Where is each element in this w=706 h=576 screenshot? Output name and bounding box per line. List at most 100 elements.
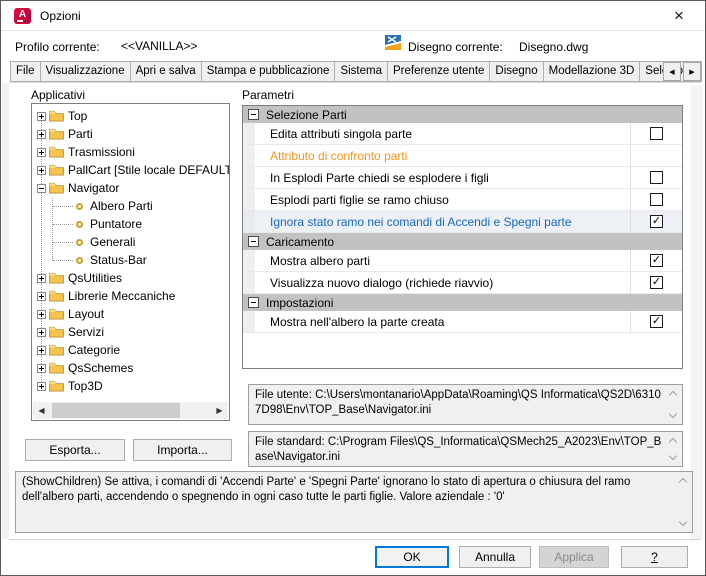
expand-plus-icon[interactable] [37, 382, 46, 391]
collapse-minus-icon[interactable] [248, 297, 259, 308]
param-row-edita-attributi[interactable]: Edita attributi singola parte [243, 123, 682, 145]
param-value-cell[interactable] [630, 189, 682, 210]
checkbox-checked[interactable] [650, 254, 663, 267]
folder-icon [49, 362, 64, 374]
tab-file[interactable]: File [10, 61, 41, 82]
footer-divider [9, 539, 701, 540]
tree-item-generali[interactable]: Generali [32, 233, 229, 251]
collapse-minus-icon[interactable] [37, 184, 46, 193]
import-button[interactable]: Importa... [133, 439, 232, 461]
option-bullet-icon [76, 221, 83, 228]
scroll-down-icon[interactable] [669, 410, 677, 418]
tree-item-albero-parti[interactable]: Albero Parti [32, 197, 229, 215]
expand-plus-icon[interactable] [37, 328, 46, 337]
scroll-up-icon[interactable] [679, 478, 687, 486]
tree-horizontal-scrollbar[interactable]: ◀ ▶ [33, 402, 228, 419]
param-row-attributo-confronto[interactable]: Attributo di confronto parti [243, 145, 682, 167]
tree-item-navigator[interactable]: Navigator [32, 179, 229, 197]
tab-apri-e-salva[interactable]: Apri e salva [130, 61, 202, 82]
param-value-cell[interactable] [630, 311, 682, 332]
param-row-esplodi-parti-figlie[interactable]: Esplodi parti figlie se ramo chiuso [243, 189, 682, 211]
tab-stampa-e-pubblicazione[interactable]: Stampa e pubblicazione [201, 61, 336, 82]
tab-modellazione-3d[interactable]: Modellazione 3D [543, 61, 641, 82]
param-value-cell[interactable] [630, 167, 682, 188]
tree-item-categorie[interactable]: Categorie [32, 341, 229, 359]
close-icon[interactable]: × [665, 4, 693, 28]
expand-plus-icon[interactable] [37, 346, 46, 355]
expand-plus-icon[interactable] [37, 112, 46, 121]
tab-scroll-left-icon[interactable]: ◀ [663, 62, 681, 81]
checkbox-unchecked[interactable] [650, 193, 663, 206]
expand-plus-icon[interactable] [37, 274, 46, 283]
tree-item-pallcart[interactable]: PallCart [Stile locale DEFAULT_BBE [32, 161, 229, 179]
scroll-down-icon[interactable] [679, 518, 687, 526]
cancel-button[interactable]: Annulla [459, 546, 531, 568]
param-value-cell[interactable] [630, 211, 682, 232]
expand-plus-icon[interactable] [37, 310, 46, 319]
tab-sistema[interactable]: Sistema [334, 61, 388, 82]
option-bullet-icon [76, 257, 83, 264]
collapse-minus-icon[interactable] [248, 236, 259, 247]
tree-item-label: Navigator [68, 181, 119, 195]
ok-button[interactable]: OK [375, 546, 449, 568]
expand-plus-icon[interactable] [37, 292, 46, 301]
param-row-ignora-stato-ramo[interactable]: Ignora stato ramo nei comandi di Accendi… [243, 211, 682, 233]
tree-item-parti[interactable]: Parti [32, 125, 229, 143]
checkbox-checked[interactable] [650, 276, 663, 289]
tab-scroll-right-icon[interactable]: ▶ [683, 62, 701, 81]
scrollbar-thumb[interactable] [52, 403, 180, 418]
section-label: Selezione Parti [266, 108, 347, 122]
user-file-path-box[interactable]: File utente: C:\Users\montanario\AppData… [248, 384, 683, 425]
apply-button[interactable]: Applica [539, 546, 609, 568]
tab-disegno[interactable]: Disegno [489, 61, 543, 82]
section-selezione-parti[interactable]: Selezione Parti [243, 106, 682, 123]
param-value-cell[interactable] [630, 250, 682, 271]
param-value-cell[interactable] [630, 145, 682, 166]
folder-icon [49, 308, 64, 320]
tree-item-label: QsSchemes [68, 361, 133, 375]
tree-item-librerie-meccaniche[interactable]: Librerie Meccaniche [32, 287, 229, 305]
scroll-down-icon[interactable] [669, 452, 677, 460]
tab-preferenze-utente[interactable]: Preferenze utente [387, 61, 490, 82]
section-caricamento[interactable]: Caricamento [243, 233, 682, 250]
scroll-left-icon[interactable]: ◀ [33, 402, 50, 419]
expand-plus-icon[interactable] [37, 364, 46, 373]
section-impostazioni[interactable]: Impostazioni [243, 294, 682, 311]
parameters-grid: Selezione Parti Edita attributi singola … [242, 105, 683, 369]
tree-item-trasmissioni[interactable]: Trasmissioni [32, 143, 229, 161]
tree-item-qsschemes[interactable]: QsSchemes [32, 359, 229, 377]
scroll-up-icon[interactable] [669, 391, 677, 399]
scroll-up-icon[interactable] [669, 438, 677, 446]
checkbox-checked[interactable] [650, 315, 663, 328]
expand-plus-icon[interactable] [37, 166, 46, 175]
expand-plus-icon[interactable] [37, 148, 46, 157]
standard-file-path: File standard: C:\Program Files\QS_Infor… [255, 435, 664, 464]
param-row-mostra-albero-parti[interactable]: Mostra albero parti [243, 250, 682, 272]
tree-item-qsutilities[interactable]: QsUtilities [32, 269, 229, 287]
checkbox-unchecked[interactable] [650, 127, 663, 140]
expand-plus-icon[interactable] [37, 130, 46, 139]
standard-file-path-box[interactable]: File standard: C:\Program Files\QS_Infor… [248, 431, 683, 467]
scroll-right-icon[interactable]: ▶ [211, 402, 228, 419]
tree-item-top[interactable]: Top [32, 107, 229, 125]
param-value-cell[interactable] [630, 272, 682, 293]
help-button[interactable]: ? [621, 546, 688, 568]
tree-item-layout[interactable]: Layout [32, 305, 229, 323]
collapse-minus-icon[interactable] [248, 109, 259, 120]
drawing-value: Disegno.dwg [519, 40, 588, 54]
export-button[interactable]: Esporta... [25, 439, 125, 461]
tree-item-status-bar[interactable]: Status-Bar [32, 251, 229, 269]
param-row-mostra-parte-creata[interactable]: Mostra nell'albero la parte creata [243, 311, 682, 333]
param-value-cell[interactable] [630, 123, 682, 144]
tab-visualizzazione[interactable]: Visualizzazione [40, 61, 131, 82]
param-row-esplodi-chiedi-figli[interactable]: In Esplodi Parte chiedi se esplodere i f… [243, 167, 682, 189]
tree-item-puntatore[interactable]: Puntatore [32, 215, 229, 233]
checkbox-unchecked[interactable] [650, 171, 663, 184]
parameter-description-box[interactable]: (ShowChildren) Se attiva, i comandi di '… [15, 471, 693, 533]
param-row-visualizza-nuovo-dialogo[interactable]: Visualizza nuovo dialogo (richiede riavv… [243, 272, 682, 294]
tree-item-top3d[interactable]: Top3D [32, 377, 229, 395]
applications-tree[interactable]: Top Parti Trasmissioni PallCart [Stile l… [31, 103, 230, 421]
checkbox-checked[interactable] [650, 215, 663, 228]
tree-item-servizi[interactable]: Servizi [32, 323, 229, 341]
title-bar[interactable]: A Opzioni × [1, 1, 705, 31]
